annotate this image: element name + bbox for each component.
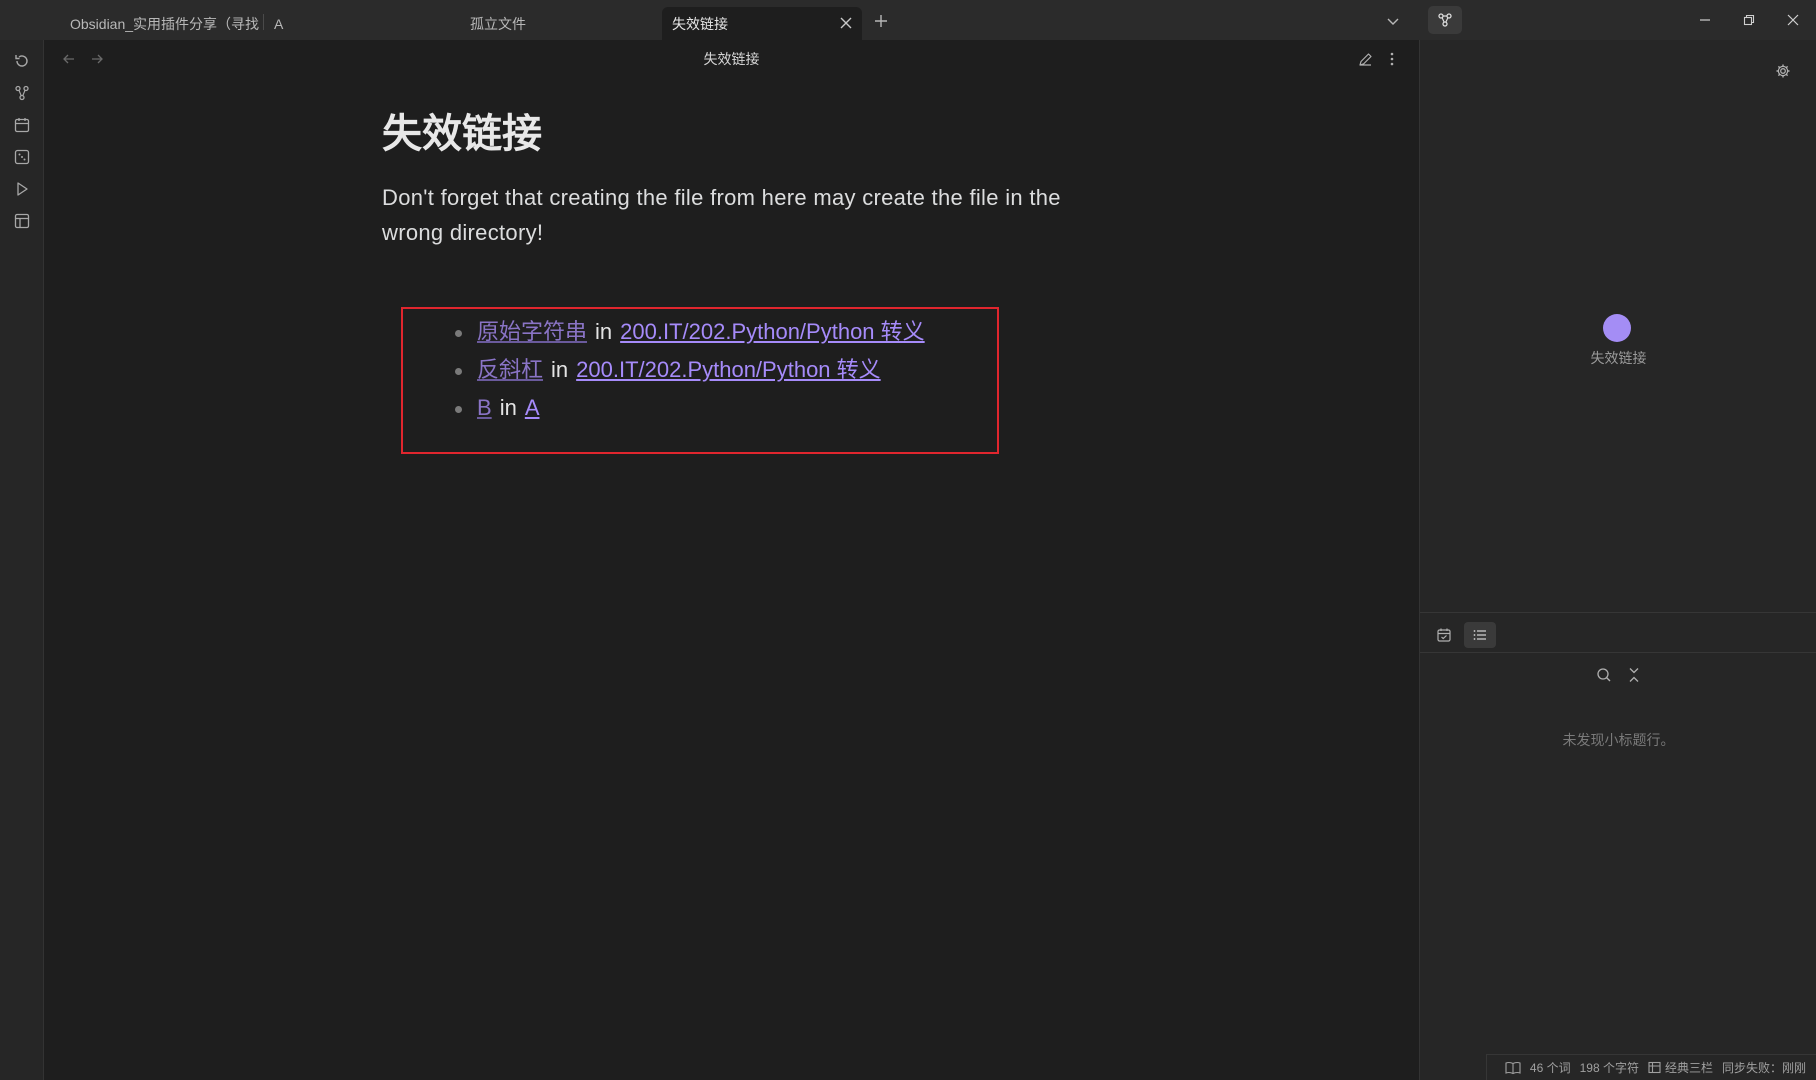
list-item: 原始字符串 in 200.IT/202.Python/Python 转义 (411, 316, 925, 354)
graph-icon[interactable] (11, 82, 33, 104)
outline-empty-message: 未发现小标题行。 (1562, 732, 1675, 748)
random-note-icon[interactable] (11, 146, 33, 168)
sidebar-panel-tabs (1420, 617, 1816, 655)
tab-label: A (274, 15, 284, 32)
close-window-icon[interactable] (1780, 8, 1806, 32)
layout-label: 经典三栏 (1664, 1061, 1713, 1075)
unresolved-link[interactable]: 原始字符串 (477, 319, 587, 344)
left-ribbon (0, 40, 44, 1080)
tab-broken-links[interactable]: 失效链接 (662, 7, 862, 40)
graph-node-label: 失效链接 (1590, 350, 1647, 366)
source-file-link[interactable]: A (525, 395, 540, 420)
collapse-all-icon[interactable] (1623, 664, 1645, 686)
warning-paragraph: Don't forget that creating the file from… (382, 185, 1061, 245)
char-count: 198 个字符 (1579, 1061, 1639, 1075)
panel-divider (1420, 612, 1816, 613)
tab-obsidian-plugins[interactable]: Obsidian_实用插件分享（寻找... (60, 7, 260, 40)
new-tab-plus-icon[interactable] (870, 10, 892, 32)
edit-pencil-icon[interactable] (1354, 48, 1376, 70)
broken-links-list: 原始字符串 in 200.IT/202.Python/Python 转义 反斜杠 in… (411, 316, 925, 430)
tab-label: 孤立文件 (470, 15, 526, 32)
search-icon[interactable] (1593, 664, 1615, 686)
sync-icon[interactable] (11, 50, 33, 72)
layout-switch[interactable]: 经典三栏 (1648, 1059, 1713, 1076)
local-graph-node[interactable] (1603, 314, 1631, 342)
source-file-link[interactable]: 200.IT/202.Python/Python 转义 (620, 319, 925, 344)
right-sidebar: 失效链接 未发现小标题行。 (1419, 40, 1816, 1080)
run-icon[interactable] (11, 178, 33, 200)
reading-mode-book-icon[interactable] (1505, 1061, 1521, 1075)
document-content: 失效链接 Don't forget that creating the file… (382, 110, 1102, 250)
document-title: 失效链接 (382, 111, 542, 157)
tab-orphan-files[interactable]: 孤立文件 (460, 7, 655, 40)
obsidian-window: Obsidian_实用插件分享（寻找... A 孤立文件 失效链接 失效链接 失… (0, 0, 1816, 1080)
more-options-icon[interactable] (1381, 48, 1403, 70)
calendar-icon[interactable] (11, 114, 33, 136)
word-count: 46 个词 (1529, 1061, 1571, 1075)
calendar-check-icon[interactable] (1428, 622, 1460, 648)
status-bar: 46 个词 198 个字符 经典三栏 同步失败：刚刚 (1486, 1054, 1816, 1080)
unresolved-link[interactable]: B (477, 395, 492, 420)
graph-settings-gear-icon[interactable] (1772, 60, 1794, 82)
sync-status[interactable]: 同步失败：刚刚 (1722, 1059, 1806, 1076)
tab-bar: Obsidian_实用插件分享（寻找... A 孤立文件 失效链接 (0, 0, 1816, 40)
tab-label: 失效链接 (672, 15, 728, 32)
template-icon[interactable] (11, 210, 33, 232)
tab-label: Obsidian_实用插件分享（寻找... (70, 15, 260, 32)
tab-a[interactable]: A (264, 7, 454, 40)
tab-list-chevron-icon[interactable] (1382, 10, 1404, 32)
list-item: Bin A (411, 392, 925, 430)
close-tab-icon[interactable] (838, 15, 854, 31)
list-item: 反斜杠 in 200.IT/202.Python/Python 转义 (411, 354, 925, 392)
minimize-icon[interactable] (1692, 8, 1718, 32)
graph-view-toggle-icon[interactable] (1428, 6, 1462, 34)
unresolved-link[interactable]: 反斜杠 (477, 357, 543, 382)
in-label: in (595, 319, 613, 344)
panel-divider (1420, 652, 1816, 653)
source-file-link[interactable]: 200.IT/202.Python/Python 转义 (576, 357, 881, 382)
layout-icon (1648, 1061, 1661, 1074)
restore-icon[interactable] (1736, 8, 1762, 32)
outline-list-icon[interactable] (1464, 622, 1496, 648)
view-title[interactable]: 失效链接 (44, 49, 1419, 69)
editor-pane: 失效链接 失效链接 Don't forget that creating the… (44, 40, 1419, 1080)
in-label: in (499, 395, 517, 420)
in-label: in (551, 357, 569, 382)
